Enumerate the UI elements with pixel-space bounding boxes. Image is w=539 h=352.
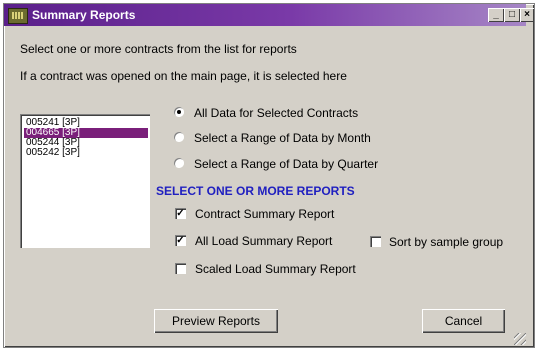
close-button[interactable]: × [520,8,534,22]
all-load-summary-label[interactable]: All Load Summary Report [195,234,332,248]
window-title: Summary Reports [32,8,136,22]
scaled-load-summary-checkbox[interactable] [175,263,186,274]
range-by-month-label[interactable]: Select a Range of Data by Month [194,131,371,145]
sort-by-sample-group-checkbox[interactable] [370,236,381,247]
instruction-line-1: Select one or more contracts from the li… [20,42,297,56]
app-icon[interactable] [8,8,28,24]
all-data-label[interactable]: All Data for Selected Contracts [194,106,358,120]
minimize-button[interactable]: _ [488,8,504,22]
contract-summary-checkbox[interactable]: ✓ [175,208,186,219]
range-by-quarter-label[interactable]: Select a Range of Data by Quarter [194,157,378,171]
instruction-line-2: If a contract was opened on the main pag… [20,69,347,83]
scaled-load-summary-label[interactable]: Scaled Load Summary Report [195,262,356,276]
resize-grip-icon[interactable] [514,333,526,345]
sort-by-sample-group-label[interactable]: Sort by sample group [389,235,503,249]
all-data-radio[interactable] [174,107,184,117]
contract-listbox[interactable]: 005241 [3P] 004665 [3P] 005244 [3P] 0052… [20,114,150,248]
reports-section-heading: SELECT ONE OR MORE REPORTS [156,184,355,198]
preview-reports-button[interactable]: Preview Reports [154,309,278,333]
title-bar[interactable]: Summary Reports _ □ × [4,4,534,26]
maximize-button[interactable]: □ [504,8,520,22]
all-load-summary-checkbox[interactable]: ✓ [175,235,186,246]
contract-list-item[interactable]: 005242 [3P] [24,148,148,158]
cancel-button[interactable]: Cancel [422,309,505,333]
range-by-month-radio[interactable] [174,132,184,142]
range-by-quarter-radio[interactable] [174,158,184,168]
contract-summary-label[interactable]: Contract Summary Report [195,207,334,221]
